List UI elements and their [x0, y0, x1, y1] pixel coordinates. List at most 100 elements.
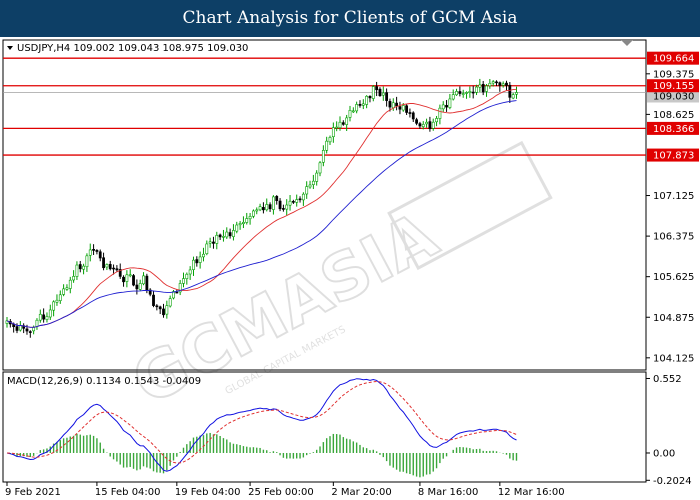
candle-body: [425, 121, 428, 125]
candle-body: [445, 105, 448, 108]
candle-body: [351, 110, 355, 113]
macd-info: MACD(12,26,9) 0.1134 0.1543 -0.0409: [7, 376, 201, 387]
candle-body: [68, 279, 72, 289]
time-tick-label: 8 Mar 16:00: [418, 487, 478, 498]
candle-body: [18, 325, 22, 331]
candle-body: [32, 326, 36, 332]
candle-body: [481, 84, 485, 93]
time-tick-label: 19 Feb 04:00: [175, 487, 241, 498]
candle-body: [498, 82, 502, 86]
candle-body: [421, 124, 425, 127]
time-tick-label: 2 Mar 20:00: [331, 487, 391, 498]
candle-body: [391, 102, 395, 109]
price-tick-label: 105.625: [653, 272, 694, 283]
candle-body: [385, 92, 389, 101]
candle-body: [281, 208, 285, 210]
candle-body: [28, 331, 32, 333]
candle-body: [55, 299, 59, 303]
candle-body: [458, 91, 462, 94]
candle-body: [431, 121, 435, 129]
candle-body: [38, 313, 42, 321]
candle-body: [215, 234, 219, 244]
candle-body: [428, 121, 432, 130]
candle-body: [488, 82, 492, 87]
candle-body: [378, 88, 382, 97]
candle-body: [115, 268, 119, 271]
candle-body: [268, 204, 272, 210]
candle-body: [368, 96, 372, 99]
candle-body: [318, 162, 322, 174]
candle-body: [395, 102, 399, 107]
candle-body: [42, 314, 46, 320]
candle-body: [105, 264, 109, 268]
candle-body: [198, 256, 202, 263]
candle-body: [418, 123, 422, 127]
candle-body: [301, 193, 305, 201]
macd-tick-label: 0.00: [653, 448, 675, 459]
candle-body: [388, 101, 392, 108]
candle-body: [155, 305, 159, 308]
candle-body: [182, 278, 185, 284]
price-tick-label: 109.375: [653, 69, 694, 80]
price-tick-label: 104.875: [653, 313, 694, 324]
candle-body: [478, 84, 482, 88]
candle-body: [358, 104, 362, 106]
candle-body: [165, 305, 169, 315]
candle-body: [265, 204, 269, 211]
candle-body: [65, 287, 69, 290]
candle-body: [435, 118, 438, 123]
candle-body: [455, 91, 458, 96]
candle-body: [158, 306, 162, 310]
chart-area: GCMASIA GLOBAL CAPITAL MARKETS USDJPY,H4…: [2, 39, 699, 498]
candle-body: [471, 91, 475, 94]
candle-body: [208, 241, 212, 244]
candle-body: [88, 249, 92, 256]
candle-body: [252, 210, 255, 217]
candle-body: [162, 308, 165, 316]
candle-body: [515, 92, 518, 95]
candle-body: [168, 298, 172, 307]
candle-body: [142, 275, 145, 285]
candle-body: [98, 251, 102, 259]
candle-body: [92, 249, 95, 251]
candle-body: [371, 86, 375, 99]
candle-body: [381, 92, 385, 96]
candle-body: [278, 200, 282, 210]
candle-body: [361, 103, 365, 106]
candle-body: [345, 117, 349, 125]
candle-body: [125, 274, 129, 282]
candle-body: [108, 264, 112, 270]
candle-body: [291, 201, 295, 203]
candle-body: [205, 243, 209, 254]
candle-body: [305, 186, 309, 195]
candle: [371, 84, 375, 102]
candle-body: [465, 92, 468, 94]
candle-body: [128, 274, 132, 277]
candle-body: [192, 259, 195, 270]
candle-body: [102, 257, 105, 269]
candle-body: [212, 241, 215, 244]
candle-body: [52, 301, 56, 311]
candle-body: [72, 276, 76, 281]
candle-body: [348, 110, 352, 118]
candle-body: [225, 231, 229, 238]
candle-body: [508, 84, 512, 98]
candle-body: [321, 150, 325, 163]
candle-body: [258, 206, 262, 211]
candle-body: [405, 105, 409, 113]
candle-body: [511, 94, 515, 99]
candle-body: [411, 112, 415, 120]
candle-body: [145, 275, 149, 291]
candle-body: [188, 269, 192, 275]
candle-body: [448, 98, 452, 108]
candle-body: [485, 85, 488, 92]
candle-body: [491, 81, 495, 84]
candle-body: [248, 216, 252, 220]
price-tick-label: 108.625: [653, 110, 694, 121]
candle-body: [468, 91, 472, 93]
candle-body: [82, 265, 85, 270]
candle-body: [62, 288, 66, 295]
time-tick-label: 9 Feb 2021: [5, 487, 61, 498]
candle-body: [25, 328, 29, 332]
candle-body: [45, 316, 49, 320]
